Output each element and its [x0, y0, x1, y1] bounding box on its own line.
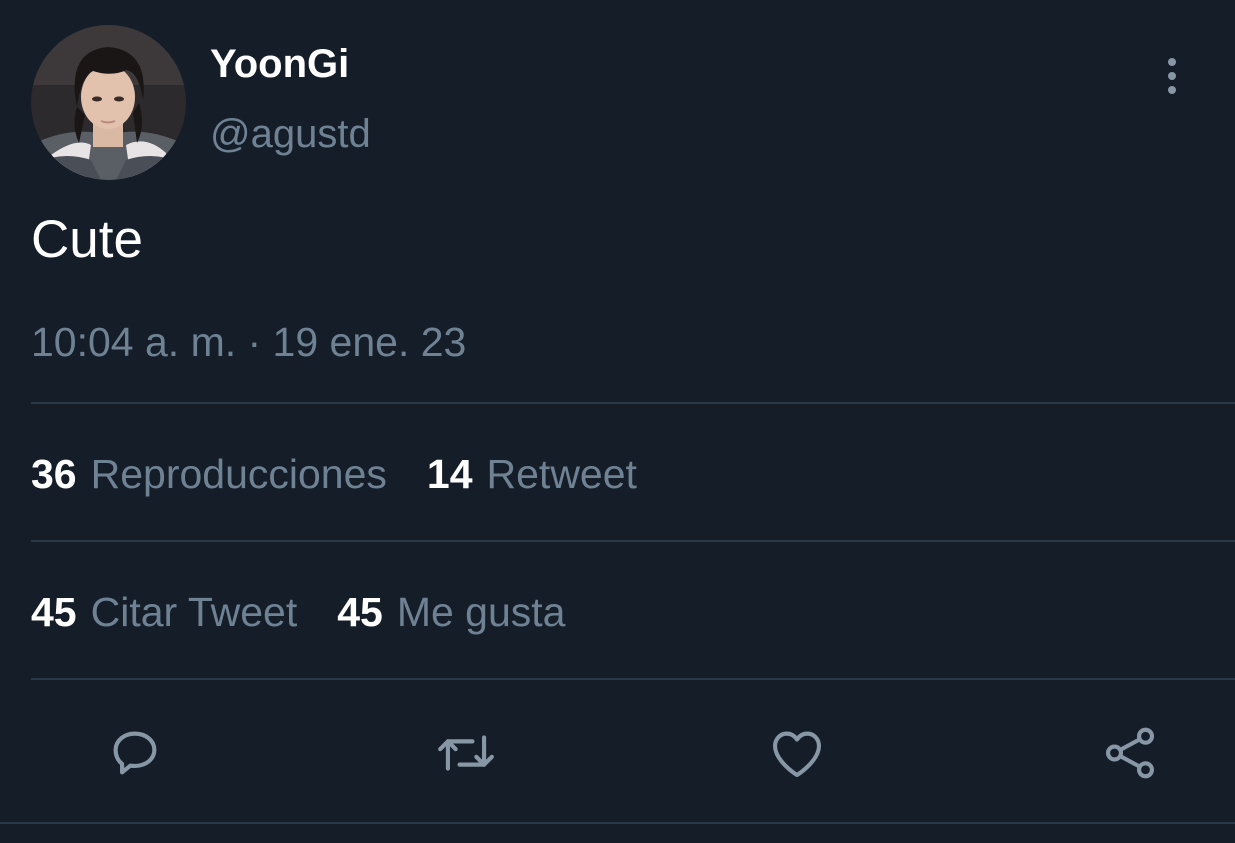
more-dot — [1168, 86, 1176, 94]
divider — [31, 678, 1235, 680]
stat-label: Retweet — [486, 451, 637, 497]
like-button[interactable] — [764, 720, 830, 786]
stat-views[interactable]: 36 Reproducciones — [31, 450, 387, 498]
display-name[interactable]: YoonGi — [210, 40, 349, 88]
reply-button[interactable] — [102, 720, 168, 786]
timestamp: 10:04 a. m. · 19 ene. 23 — [31, 319, 467, 365]
stat-label: Reproducciones — [90, 451, 387, 497]
stat-quote-tweets[interactable]: 45 Citar Tweet — [31, 588, 297, 636]
tweet-text: Cute — [31, 210, 143, 269]
more-dot — [1168, 72, 1176, 80]
stat-likes[interactable]: 45 Me gusta — [337, 588, 565, 636]
share-button[interactable] — [1097, 720, 1163, 786]
retweet-button[interactable] — [433, 720, 499, 786]
stats-row-1: 36 Reproducciones 14 Retweet — [31, 444, 677, 504]
stat-count: 14 — [426, 451, 473, 497]
divider — [0, 822, 1235, 824]
stat-label: Citar Tweet — [90, 589, 298, 635]
retweet-icon — [438, 735, 494, 771]
more-options-button[interactable] — [1150, 50, 1194, 102]
stat-label: Me gusta — [396, 589, 566, 635]
handle[interactable]: @agustd — [210, 110, 371, 158]
more-dot — [1168, 58, 1176, 66]
stat-retweets[interactable]: 14 Retweet — [427, 450, 637, 498]
avatar[interactable] — [31, 25, 186, 180]
reply-icon — [113, 731, 157, 775]
like-icon — [772, 731, 822, 778]
stat-count: 36 — [31, 451, 77, 497]
divider — [31, 402, 1235, 404]
divider — [31, 540, 1235, 542]
stat-count: 45 — [337, 589, 383, 635]
profile-photo — [31, 25, 186, 180]
stat-count: 45 — [31, 589, 77, 635]
share-icon — [1105, 727, 1155, 779]
stats-row-2: 45 Citar Tweet 45 Me gusta — [31, 582, 605, 642]
